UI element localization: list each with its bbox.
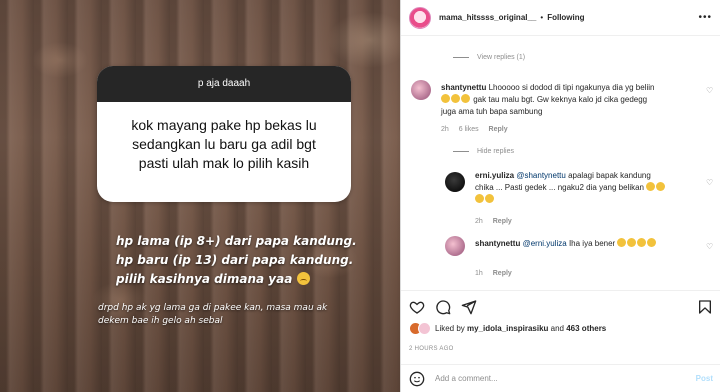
comment-like-icon[interactable]: ♡ xyxy=(706,242,713,251)
laughing-face-icon xyxy=(637,238,647,247)
avatar[interactable] xyxy=(409,6,431,29)
post-header: mama_hitssss_original__ • Following ••• xyxy=(401,0,720,36)
comments-list[interactable]: View replies (1) shantynettu Lhooooo si … xyxy=(401,36,720,290)
following-button[interactable]: Following xyxy=(547,13,584,22)
view-replies-label: View replies (1) xyxy=(477,54,526,61)
comment-likes[interactable]: 6 likes xyxy=(459,126,479,133)
post-button[interactable]: Post xyxy=(696,374,713,383)
laughing-face-icon xyxy=(475,194,484,203)
likes-others[interactable]: 463 others xyxy=(566,324,606,333)
answer-line-3: pilih kasihnya dimana yaa xyxy=(116,270,357,289)
reply-button[interactable]: Reply xyxy=(493,218,512,225)
answer-line: hp lama (ip 8+) dari papa kandung. xyxy=(116,234,357,248)
comment-time: 2h xyxy=(475,218,483,225)
likes-joiner: and xyxy=(550,324,564,333)
mention-link[interactable]: @shantynettu xyxy=(516,171,565,180)
laughing-face-icon xyxy=(461,94,470,103)
answer-line: pilih kasihnya dimana yaa xyxy=(116,272,293,286)
comment-body: juga ama tuh bapa sambung xyxy=(441,107,543,116)
mention-link[interactable]: @erni.yuliza xyxy=(523,239,567,248)
liked-by-label: Liked by xyxy=(435,324,465,333)
post-panel: mama_hitssss_original__ • Following ••• … xyxy=(400,0,720,392)
likes-summary: Liked by my_idola_inspirasiku and 463 ot… xyxy=(409,322,606,335)
laughing-face-icon xyxy=(441,94,450,103)
comment-input[interactable]: Add a comment... xyxy=(435,374,498,383)
heart-icon[interactable] xyxy=(409,299,425,315)
post-media[interactable]: p aja daaah kok mayang pake hp bekas lu … xyxy=(0,0,400,392)
avatar[interactable] xyxy=(445,236,465,256)
comment-text: shantynettu Lhooooo si dodod di tipi nga… xyxy=(441,82,701,118)
comment-meta: 2h Reply xyxy=(475,218,520,225)
laughing-face-icon xyxy=(627,238,637,247)
comment-body: Iha iya bener xyxy=(568,239,616,248)
comment-time: 1h xyxy=(475,270,483,277)
comment-body: apalagi bapak kandung xyxy=(568,171,651,180)
avatar xyxy=(418,322,431,335)
laughing-face-icon xyxy=(485,194,494,203)
question-text: kok mayang pake hp bekas lu sedangkan lu… xyxy=(97,102,351,187)
hide-replies[interactable]: Hide replies xyxy=(453,148,514,155)
post-timestamp: 2 HOURS AGO xyxy=(409,346,454,352)
reply-button[interactable]: Reply xyxy=(493,270,512,277)
view-replies[interactable]: View replies (1) xyxy=(453,54,525,61)
question-line: sedangkan lu baru ga adil bgt xyxy=(132,136,316,152)
question-line: pasti ulah mak lo pilih kasih xyxy=(138,155,310,171)
footer-line: drpd hp ak yg lama ga di pakee kan, masa… xyxy=(98,303,328,313)
footer-line: dekem bae ih gelo ah sebal xyxy=(98,316,223,326)
comment-text: shantynettu @erni.yuliza Iha iya bener xyxy=(475,238,701,250)
comment-body: gak tau malu bgt. Gw keknya kalo jd cika… xyxy=(473,95,648,104)
comment-username[interactable]: erni.yuliza xyxy=(475,171,514,180)
sad-face-icon xyxy=(296,272,310,285)
answer-text: hp lama (ip 8+) dari papa kandung. hp ba… xyxy=(116,232,357,289)
comment-username[interactable]: shantynettu xyxy=(475,239,520,248)
reply-button[interactable]: Reply xyxy=(489,126,508,133)
laughing-face-icon xyxy=(617,238,627,247)
liked-by-user[interactable]: my_idola_inspirasiku xyxy=(467,324,548,333)
comment-like-icon[interactable]: ♡ xyxy=(706,178,713,187)
footer-text: drpd hp ak yg lama ga di pakee kan, masa… xyxy=(98,302,327,328)
laughing-face-icon xyxy=(656,182,666,191)
comment-text: erni.yuliza @shantynettu apalagi bapak k… xyxy=(475,170,701,206)
comment-like-icon[interactable]: ♡ xyxy=(706,86,713,95)
emoji-icon[interactable] xyxy=(409,371,425,387)
add-comment-bar: Add a comment... Post xyxy=(401,364,720,392)
post-username[interactable]: mama_hitssss_original__ xyxy=(439,13,536,22)
comment-body: Lhooooo si dodod di tipi ngakunya dia yg… xyxy=(488,83,655,92)
more-horizontal-icon[interactable]: ••• xyxy=(698,12,712,23)
separator-dot: • xyxy=(540,13,544,22)
avatar[interactable] xyxy=(411,80,431,100)
action-bar xyxy=(401,290,720,320)
comment-icon[interactable] xyxy=(435,299,451,315)
laughing-face-icon xyxy=(451,94,460,103)
comment-meta: 2h 6 likes Reply xyxy=(441,126,516,133)
hide-replies-label: Hide replies xyxy=(477,148,514,155)
send-icon[interactable] xyxy=(461,299,477,315)
avatar[interactable] xyxy=(445,172,465,192)
comment-username[interactable]: shantynettu xyxy=(441,83,486,92)
comment-meta: 1h Reply xyxy=(475,270,520,277)
answer-line: hp baru (ip 13) dari papa kandung. xyxy=(116,253,354,267)
laughing-face-icon xyxy=(646,182,656,191)
comment-body: chika ... Pasti gedek ... ngaku2 dia yan… xyxy=(475,183,644,192)
bookmark-icon[interactable] xyxy=(697,299,713,315)
comment-time: 2h xyxy=(441,126,449,133)
question-header: p aja daaah xyxy=(97,66,351,102)
question-line: kok mayang pake hp bekas lu xyxy=(131,117,317,133)
question-sticker: p aja daaah kok mayang pake hp bekas lu … xyxy=(97,66,351,202)
laughing-face-icon xyxy=(647,238,657,247)
